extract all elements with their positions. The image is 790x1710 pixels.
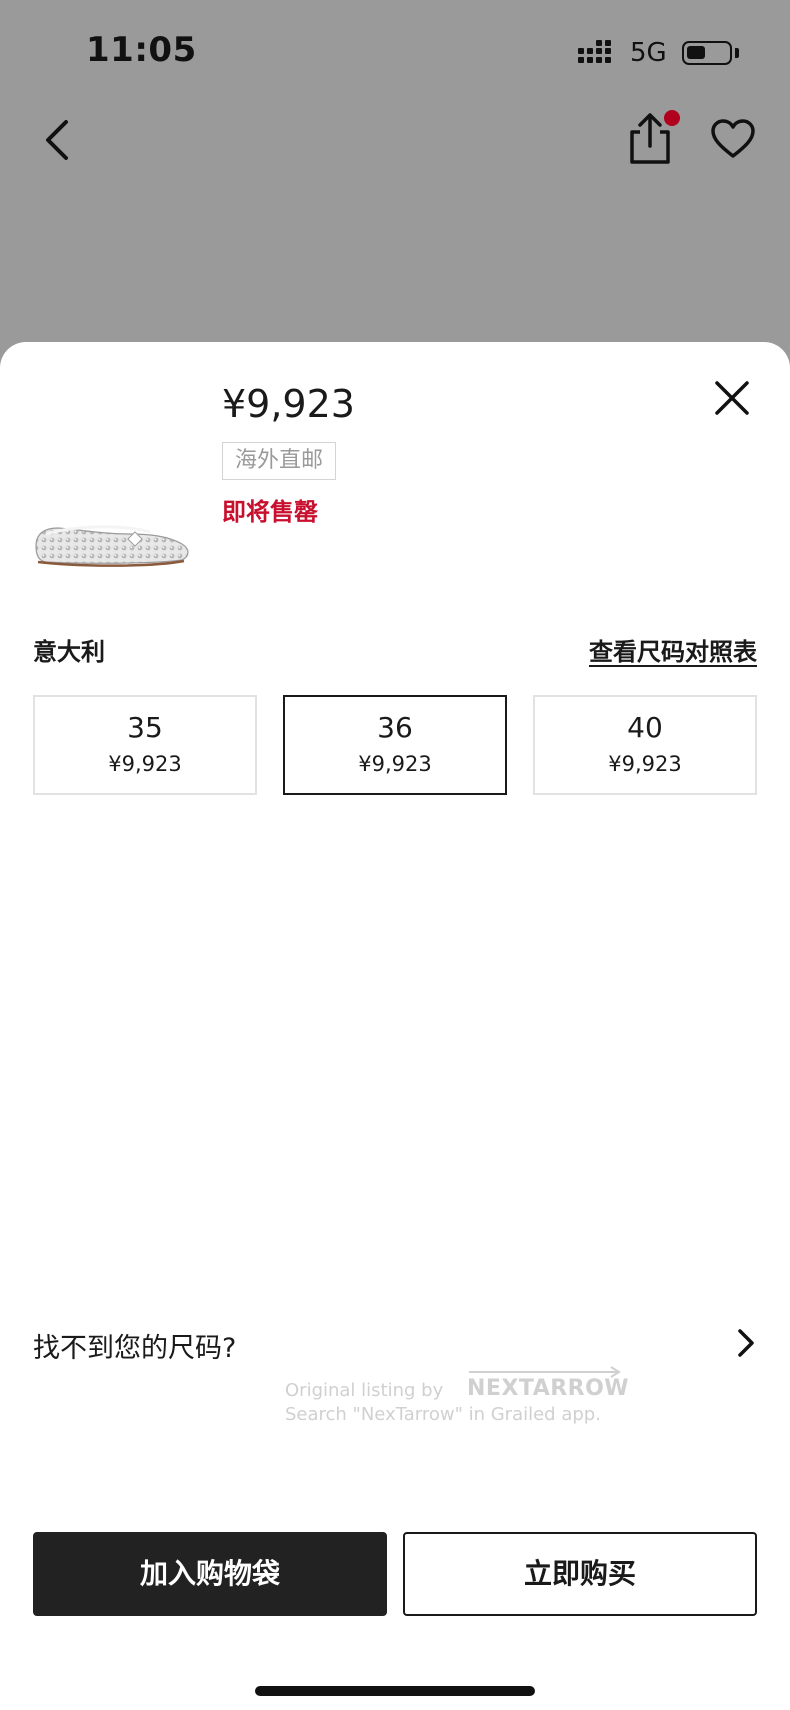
find-size-label: 找不到您的尺码? [33,1333,237,1364]
size-region-label: 意大利 [33,638,105,666]
notification-dot [664,110,680,126]
size-option[interactable]: 35 ¥9,923 [33,695,257,795]
chevron-right-icon [738,1329,754,1357]
status-time: 11:05 [86,30,197,70]
size-price: ¥9,923 [108,752,182,776]
network-type: 5G [630,38,667,68]
watermark-logo: NEXTARROW [467,1376,630,1401]
product-thumbnail [35,525,189,567]
heart-icon[interactable] [710,118,756,160]
size-chart-link[interactable]: 查看尺码对照表 [589,632,757,667]
product-price: ¥9,923 [222,382,355,426]
watermark: Original listing by NEXTARROW Search "Ne… [285,1366,629,1430]
status-bar: 11:05 5G [0,0,790,100]
find-size-row[interactable]: 找不到您的尺码? [0,1312,790,1372]
chevron-left-icon[interactable] [38,116,78,164]
size-value: 36 [377,711,413,744]
battery-level [687,46,705,59]
size-option[interactable]: 36 ¥9,923 [283,695,507,795]
size-price: ¥9,923 [608,752,682,776]
watermark-subtext: Search "NexTarrow" in Grailed app. [285,1404,601,1425]
battery-tip [735,48,739,58]
buy-now-button[interactable]: 立即购买 [403,1532,757,1616]
size-value: 40 [627,711,663,744]
size-options: 35 ¥9,923 36 ¥9,923 40 ¥9,923 [33,695,757,795]
battery-icon [682,41,732,65]
size-option[interactable]: 40 ¥9,923 [533,695,757,795]
size-selection-sheet: ¥9,923 海外直邮 即将售罄 意大利 查看尺码对照表 35 ¥9,923 3… [0,342,790,1710]
shipping-tag: 海外直邮 [222,442,337,480]
close-icon[interactable] [712,378,752,418]
add-to-cart-button[interactable]: 加入购物袋 [33,1532,387,1616]
watermark-text: Original listing by [285,1380,444,1401]
home-indicator [255,1686,535,1696]
signal-icon [578,40,611,63]
size-price: ¥9,923 [358,752,432,776]
stock-warning: 即将售罄 [222,498,318,526]
size-value: 35 [127,711,163,744]
